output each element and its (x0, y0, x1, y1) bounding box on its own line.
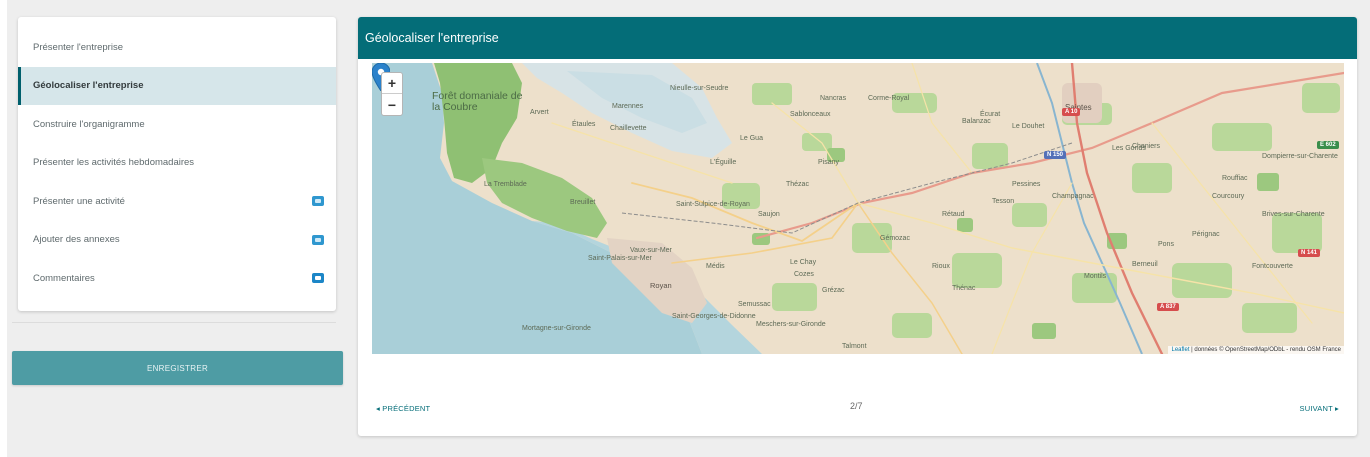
pagination: ◂ PRÉCÉDENT 2/7 SUIVANT ▸ (358, 401, 1357, 415)
map-label-town: Fontcouverte (1252, 263, 1293, 270)
page-title: Géolocaliser l'entreprise (365, 31, 499, 45)
zoom-control: + − (381, 72, 403, 116)
zoom-out-button[interactable]: − (382, 94, 402, 115)
sidebar-divider (12, 322, 336, 323)
map-label-town: Berneuil (1132, 261, 1158, 268)
attribution-text: | données © OpenStreetMap/ODbL - rendu O… (1189, 347, 1341, 353)
map-label-town: Nancras (820, 95, 847, 102)
page-indicator: 2/7 (850, 401, 863, 411)
sidebar-item-organigramme[interactable]: Construire l'organigramme (18, 105, 336, 144)
leaflet-link[interactable]: Leaflet (1171, 347, 1189, 353)
sidebar-item-label: Ajouter des annexes (33, 234, 120, 246)
map-label-town: Arvert (530, 109, 549, 116)
map-label-town: Semussac (738, 301, 771, 308)
sidebar-item-presenter-entreprise[interactable]: Présenter l'entreprise (18, 28, 336, 67)
map-label-town: Pisany (818, 159, 840, 166)
chat-bubble-icon (312, 234, 324, 245)
map-label-town: Corme-Royal (868, 95, 910, 102)
save-button[interactable]: ENREGISTRER (12, 351, 343, 385)
map-label-town: Mortagne-sur-Gironde (522, 325, 591, 332)
map-label-town: Gémozac (880, 235, 910, 242)
zoom-in-button[interactable]: + (382, 73, 402, 94)
map-label-town: Brives-sur-Charente (1262, 211, 1325, 218)
map-label-town: Rouffiac (1222, 175, 1248, 182)
map-label-town: Le Douhet (1012, 123, 1045, 130)
sidebar-item-label: Présenter les activités hebdomadaires (33, 157, 195, 169)
road-sign: E 602 (1317, 141, 1339, 149)
map-label-town: Médis (706, 263, 725, 270)
map-label-town: Pérignac (1192, 231, 1220, 238)
map-label-town: Saint-Georges-de-Didonne (672, 313, 756, 320)
sidebar-item-geolocaliser[interactable]: Géolocaliser l'entreprise (18, 66, 336, 105)
map-attribution: Leaflet | données © OpenStreetMap/ODbL -… (1168, 346, 1344, 354)
map-label-town: Champagnac (1052, 193, 1094, 200)
sidebar-item-commentaires[interactable]: Commentaires (18, 259, 336, 298)
sidebar-item-label: Présenter une activité (33, 195, 125, 207)
road-sign: A 10 (1062, 108, 1081, 116)
map-label-town: Pessines (1012, 181, 1041, 188)
previous-button[interactable]: ◂ PRÉCÉDENT (376, 404, 430, 413)
sidebar-item-label: Commentaires (33, 272, 95, 284)
map-label-town: Étaules (572, 121, 596, 128)
map-label-town: Dompierre-sur-Charente (1262, 153, 1338, 160)
next-button[interactable]: SUIVANT ▸ (1300, 404, 1339, 413)
map-label-town: Balanzac (962, 118, 991, 125)
map-label-town: Pons (1158, 241, 1174, 248)
sidebar-item-annexes[interactable]: Ajouter des annexes (18, 221, 336, 260)
window-edge (0, 0, 7, 457)
map-label-town: Le Gua (740, 135, 763, 142)
map-label-town: Cozes (794, 271, 814, 278)
map-label-town: Chaillevette (610, 125, 647, 132)
map-label-town: Le Chay (790, 259, 817, 266)
map-label-town: Breuillet (570, 199, 596, 206)
road-sign: N 150 (1044, 151, 1067, 159)
road-sign: N 141 (1298, 249, 1321, 257)
map-label-town: Écurat (980, 111, 1001, 118)
map-label-town: Montils (1084, 273, 1107, 280)
sidebar-item-label: Présenter l'entreprise (33, 41, 123, 53)
map-label-forest: Forêt domaniale de la Coubre (432, 90, 523, 113)
map-label-town: Courcoury (1212, 193, 1245, 200)
map-label-town: Thénac (952, 285, 976, 292)
card-header: Géolocaliser l'entreprise (358, 17, 1357, 59)
comment-icon (312, 273, 324, 284)
map-label-town: Nieulle-sur-Seudre (670, 85, 729, 92)
map-label-town: Rétaud (942, 211, 965, 218)
chat-bubble-icon (312, 196, 324, 207)
map-label-town: Saint-Sulpice-de-Royan (676, 201, 750, 208)
map-label-city: Royan (650, 281, 672, 290)
map-label-town: Marennes (612, 103, 644, 110)
map-label-town: Thézac (786, 181, 809, 188)
map-label-town: Meschers-sur-Gironde (756, 321, 826, 328)
map-label-town: Les Gonds (1112, 145, 1146, 152)
map-label-town: Sablonceaux (790, 111, 831, 118)
sidebar-item-activites-hebdo[interactable]: Présenter les activités hebdomadaires (18, 144, 336, 183)
map-label-town: Talmont (842, 343, 867, 350)
sidebar-item-label: Géolocaliser l'entreprise (33, 80, 144, 92)
map-label-town: Grézac (822, 287, 845, 294)
map-label-town: Tesson (992, 198, 1015, 205)
map-label-town: Rioux (932, 263, 950, 270)
map-view[interactable]: Forêt domaniale de la Coubre Saintes La … (372, 63, 1344, 354)
road-sign: A 837 (1157, 303, 1179, 311)
map-label-town: Vaux-sur-Mer (630, 247, 672, 254)
steps-sidebar: Présenter l'entreprise Géolocaliser l'en… (18, 17, 336, 311)
geolocation-card: Géolocaliser l'entreprise Forêt domanial… (358, 17, 1357, 436)
sidebar-item-presenter-activite[interactable]: Présenter une activité (18, 182, 336, 221)
map-label-town: L'Éguille (710, 159, 737, 166)
sidebar-item-label: Construire l'organigramme (33, 118, 145, 130)
map-label-town: Saint-Palais-sur-Mer (588, 255, 652, 262)
map-label-town: Saujon (758, 211, 780, 218)
map-label-town: La Tremblade (484, 181, 527, 188)
